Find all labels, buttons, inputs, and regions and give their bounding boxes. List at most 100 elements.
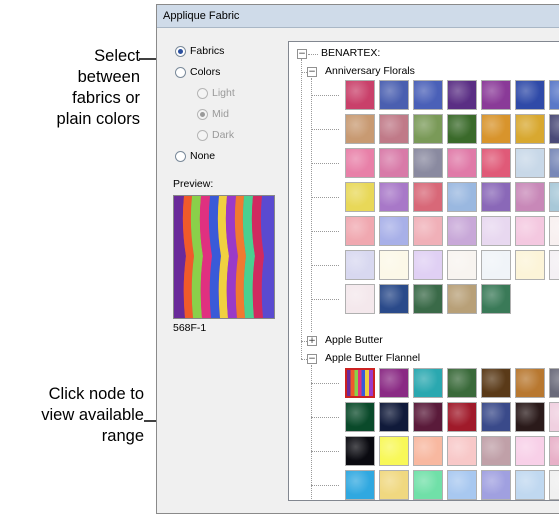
fabric-swatch[interactable] — [345, 148, 375, 178]
fabric-swatch[interactable] — [413, 250, 443, 280]
tree-node-anniversary-florals[interactable]: Anniversary Florals — [325, 65, 415, 77]
fabric-swatch[interactable] — [515, 114, 545, 144]
fabric-swatch[interactable] — [447, 284, 477, 314]
radio-dark[interactable]: Dark — [197, 129, 234, 141]
fabric-swatch[interactable] — [379, 182, 409, 212]
fabric-swatch[interactable] — [549, 250, 559, 280]
fabric-swatch[interactable] — [515, 80, 545, 110]
collapse-icon[interactable]: − — [297, 49, 307, 59]
fabric-swatch[interactable] — [345, 80, 375, 110]
fabric-swatch[interactable] — [481, 284, 511, 314]
radio-mid-label: Mid — [212, 108, 229, 120]
fabric-swatch[interactable] — [413, 470, 443, 500]
fabric-swatch[interactable] — [515, 250, 545, 280]
fabric-swatch[interactable] — [447, 182, 477, 212]
fabric-swatch[interactable] — [515, 436, 545, 466]
fabric-swatch[interactable] — [549, 368, 559, 398]
fabric-swatch[interactable] — [345, 470, 375, 500]
fabric-swatch[interactable] — [345, 284, 375, 314]
fabric-swatch[interactable] — [379, 250, 409, 280]
collapse-icon[interactable]: − — [307, 354, 317, 364]
fabric-swatch[interactable] — [515, 402, 545, 432]
expand-icon[interactable]: + — [307, 336, 317, 346]
fabric-swatch[interactable] — [379, 148, 409, 178]
collapse-icon[interactable]: − — [307, 67, 317, 77]
fabric-swatch[interactable] — [481, 250, 511, 280]
radio-selected-icon[interactable] — [197, 108, 208, 120]
fabric-swatch[interactable] — [413, 216, 443, 246]
fabric-swatch[interactable] — [447, 216, 477, 246]
fabric-swatch[interactable] — [379, 80, 409, 110]
radio-fabrics[interactable]: Fabrics — [175, 45, 224, 57]
fabric-swatch[interactable] — [413, 402, 443, 432]
fabric-swatch[interactable] — [447, 436, 477, 466]
radio-mid[interactable]: Mid — [197, 108, 229, 120]
fabric-swatch[interactable] — [345, 250, 375, 280]
fabric-swatch[interactable] — [515, 470, 545, 500]
fabric-swatch[interactable] — [481, 182, 511, 212]
radio-icon[interactable] — [197, 129, 208, 141]
fabric-swatch[interactable] — [379, 216, 409, 246]
radio-none[interactable]: None — [175, 150, 215, 162]
fabric-swatch[interactable] — [515, 182, 545, 212]
radio-icon[interactable] — [175, 66, 186, 78]
fabric-swatch[interactable] — [447, 368, 477, 398]
fabric-swatch[interactable] — [481, 148, 511, 178]
fabric-swatch[interactable] — [481, 114, 511, 144]
radio-colors[interactable]: Colors — [175, 66, 220, 78]
fabric-swatch[interactable] — [447, 80, 477, 110]
fabric-swatch[interactable] — [549, 182, 559, 212]
fabric-swatch[interactable] — [447, 470, 477, 500]
fabric-swatch[interactable] — [515, 148, 545, 178]
radio-light[interactable]: Light — [197, 87, 235, 99]
fabric-swatch[interactable] — [515, 368, 545, 398]
fabric-swatch[interactable] — [481, 80, 511, 110]
fabric-swatch[interactable] — [413, 182, 443, 212]
radio-icon[interactable] — [175, 150, 186, 162]
fabric-swatch[interactable] — [447, 402, 477, 432]
fabric-swatch[interactable] — [345, 114, 375, 144]
radio-selected-icon[interactable] — [175, 45, 186, 57]
fabric-swatch[interactable] — [413, 368, 443, 398]
fabric-swatch[interactable] — [413, 284, 443, 314]
fabric-swatch[interactable] — [549, 216, 559, 246]
fabric-swatch[interactable] — [481, 470, 511, 500]
fabric-swatch[interactable] — [549, 80, 559, 110]
fabric-swatch[interactable] — [345, 182, 375, 212]
tree-node-apple-butter[interactable]: Apple Butter — [325, 334, 383, 346]
fabric-swatch[interactable] — [379, 284, 409, 314]
fabric-swatch[interactable] — [379, 436, 409, 466]
tree-node-benartex[interactable]: BENARTEX: — [321, 47, 380, 59]
fabric-swatch[interactable] — [345, 368, 375, 398]
fabric-swatch[interactable] — [481, 436, 511, 466]
fabric-swatch[interactable] — [447, 250, 477, 280]
fabric-swatch[interactable] — [345, 436, 375, 466]
fabric-swatch[interactable] — [413, 114, 443, 144]
fabric-swatch[interactable] — [481, 402, 511, 432]
tree-node-apple-butter-flannel[interactable]: Apple Butter Flannel — [325, 352, 420, 364]
fabric-swatch[interactable] — [549, 470, 559, 500]
fabric-swatch[interactable] — [413, 436, 443, 466]
fabric-tree-view[interactable]: − BENARTEX: − Anniversary Florals + Appl… — [288, 41, 559, 501]
preview-label: Preview: — [173, 178, 214, 190]
dialog-title: Applique Fabric — [157, 5, 559, 28]
fabric-swatch[interactable] — [481, 368, 511, 398]
fabric-swatch[interactable] — [413, 148, 443, 178]
fabric-swatch[interactable] — [379, 470, 409, 500]
callout-line: fabrics or — [72, 89, 140, 107]
fabric-swatch[interactable] — [549, 436, 559, 466]
fabric-swatch[interactable] — [549, 148, 559, 178]
fabric-swatch[interactable] — [515, 216, 545, 246]
fabric-swatch[interactable] — [549, 402, 559, 432]
fabric-swatch[interactable] — [345, 402, 375, 432]
fabric-swatch[interactable] — [549, 114, 559, 144]
fabric-swatch[interactable] — [481, 216, 511, 246]
fabric-swatch[interactable] — [379, 368, 409, 398]
fabric-swatch[interactable] — [379, 402, 409, 432]
fabric-swatch[interactable] — [379, 114, 409, 144]
fabric-swatch[interactable] — [345, 216, 375, 246]
fabric-swatch[interactable] — [447, 148, 477, 178]
fabric-swatch[interactable] — [447, 114, 477, 144]
fabric-swatch[interactable] — [413, 80, 443, 110]
radio-icon[interactable] — [197, 87, 208, 99]
